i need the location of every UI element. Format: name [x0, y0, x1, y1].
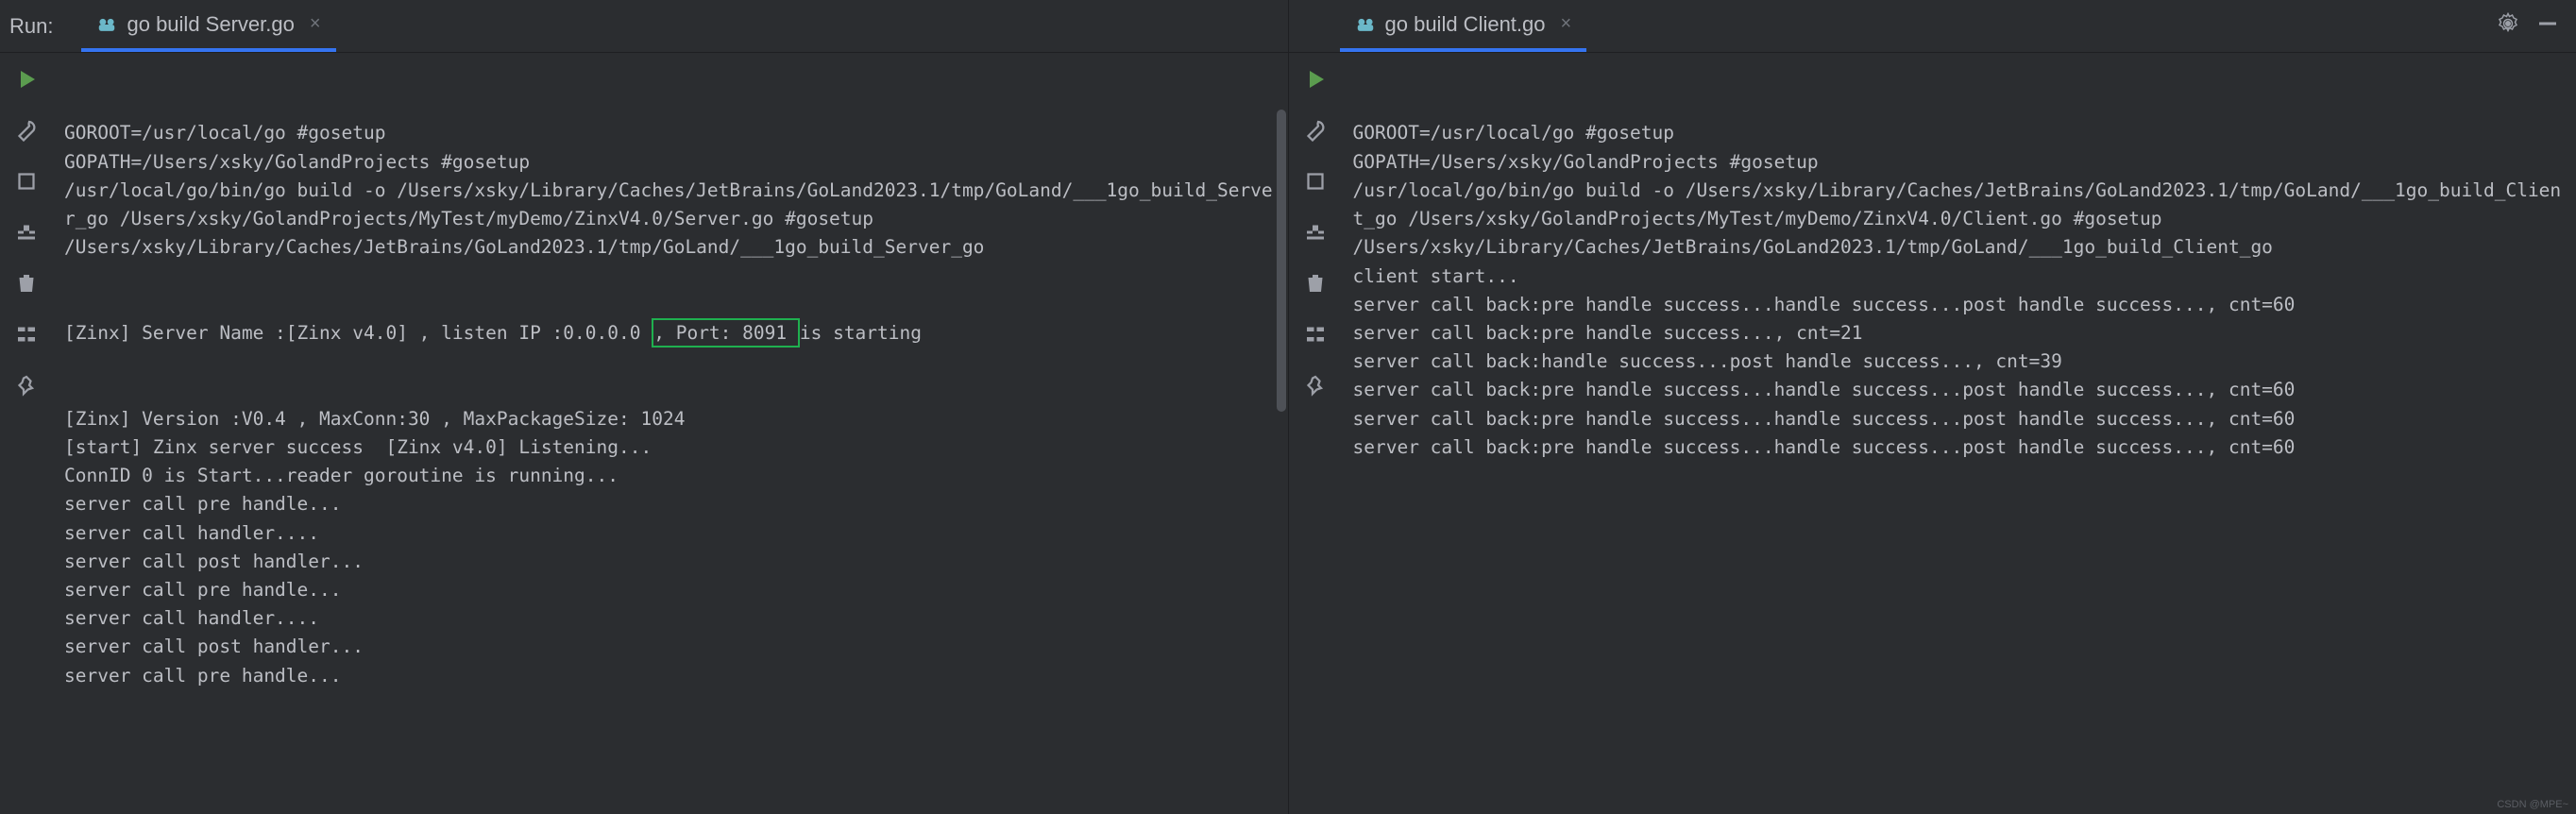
console-line: client start... — [1353, 263, 2568, 291]
console-line: server call back:pre handle success...ha… — [1353, 376, 2568, 404]
console-line: [start] Zinx server success [Zinx v4.0] … — [64, 433, 1279, 462]
left-header: Run: go build Server.go × — [0, 0, 1288, 53]
console-line: GOROOT=/usr/local/go #gosetup — [1353, 119, 2568, 147]
console-line: [Zinx] Version :V0.4 , MaxConn:30 , MaxP… — [64, 405, 1279, 433]
right-body: GOROOT=/usr/local/go #gosetupGOPATH=/Use… — [1289, 53, 2576, 814]
watermark: CSDN @MPE~ — [2497, 799, 2568, 810]
port-highlight: , Port: 8091 — [652, 318, 800, 348]
close-icon[interactable]: × — [310, 13, 321, 35]
right-toolbar — [1289, 53, 1342, 814]
stop-button[interactable] — [1298, 164, 1332, 198]
console-line: [Zinx] Server Name :[Zinx v4.0] , listen… — [64, 319, 1279, 348]
console-line: server call pre handle... — [64, 576, 1279, 604]
pin-icon[interactable] — [1298, 368, 1332, 402]
right-console[interactable]: GOROOT=/usr/local/go #gosetupGOPATH=/Use… — [1342, 53, 2576, 814]
header-actions — [2497, 12, 2576, 41]
tab-label: go build Server.go — [127, 12, 294, 37]
tab-server[interactable]: go build Server.go × — [81, 0, 335, 52]
left-console[interactable]: GOROOT=/usr/local/go #gosetupGOPATH=/Use… — [53, 53, 1288, 814]
console-line: server call handler.... — [64, 519, 1279, 548]
rerun-button[interactable] — [9, 62, 43, 96]
minimize-icon[interactable] — [2536, 12, 2559, 41]
go-file-icon — [1355, 14, 1376, 35]
console-line: ConnID 0 is Start...reader goroutine is … — [64, 462, 1279, 490]
console-line: server call back:pre handle success...ha… — [1353, 433, 2568, 462]
console-line: /usr/local/go/bin/go build -o /Users/xsk… — [1353, 177, 2568, 233]
console-line: /Users/xsky/Library/Caches/JetBrains/GoL… — [1353, 233, 2568, 262]
console-line: server call back:pre handle success...ha… — [1353, 291, 2568, 319]
text: [Zinx] Server Name :[Zinx v4.0] , listen… — [64, 322, 652, 344]
console-line: server call pre handle... — [64, 490, 1279, 518]
right-header: go build Client.go × — [1289, 0, 2576, 53]
console-line: GOPATH=/Users/xsky/GolandProjects #goset… — [1353, 148, 2568, 177]
stop-button[interactable] — [9, 164, 43, 198]
pin-icon[interactable] — [9, 368, 43, 402]
left-toolbar — [0, 53, 53, 814]
console-line: GOROOT=/usr/local/go #gosetup — [64, 119, 1279, 147]
scrollbar[interactable] — [1277, 110, 1286, 412]
console-line: server call pre handle... — [64, 662, 1279, 690]
console-line: /Users/xsky/Library/Caches/JetBrains/GoL… — [64, 233, 1279, 262]
wrench-icon[interactable] — [1298, 113, 1332, 147]
run-tool-window: Run: go build Server.go × — [0, 0, 2576, 814]
console-line: server call handler.... — [64, 604, 1279, 633]
trash-icon[interactable] — [9, 266, 43, 300]
left-panel: Run: go build Server.go × — [0, 0, 1289, 814]
console-line: /usr/local/go/bin/go build -o /Users/xsk… — [64, 177, 1279, 233]
rerun-button[interactable] — [1298, 62, 1332, 96]
left-body: GOROOT=/usr/local/go #gosetupGOPATH=/Use… — [0, 53, 1288, 814]
console-line: server call back:handle success...post h… — [1353, 348, 2568, 376]
console-line: server call post handler... — [64, 548, 1279, 576]
console-line: server call back:pre handle success..., … — [1353, 319, 2568, 348]
console-line: server call back:pre handle success...ha… — [1353, 405, 2568, 433]
console-line: GOPATH=/Users/xsky/GolandProjects #goset… — [64, 148, 1279, 177]
soft-wrap-icon[interactable] — [9, 317, 43, 351]
gear-icon[interactable] — [2497, 12, 2519, 41]
tab-label: go build Client.go — [1385, 12, 1546, 37]
layout-icon[interactable] — [1298, 215, 1332, 249]
right-panel: go build Client.go × — [1289, 0, 2576, 814]
console-line: server call post handler... — [64, 633, 1279, 661]
layout-icon[interactable] — [9, 215, 43, 249]
soft-wrap-icon[interactable] — [1298, 317, 1332, 351]
run-label: Run: — [9, 14, 53, 39]
trash-icon[interactable] — [1298, 266, 1332, 300]
wrench-icon[interactable] — [9, 113, 43, 147]
close-icon[interactable]: × — [1561, 13, 1572, 35]
go-file-icon — [96, 14, 117, 35]
text: is starting — [800, 322, 922, 344]
tab-client[interactable]: go build Client.go × — [1340, 0, 1587, 52]
